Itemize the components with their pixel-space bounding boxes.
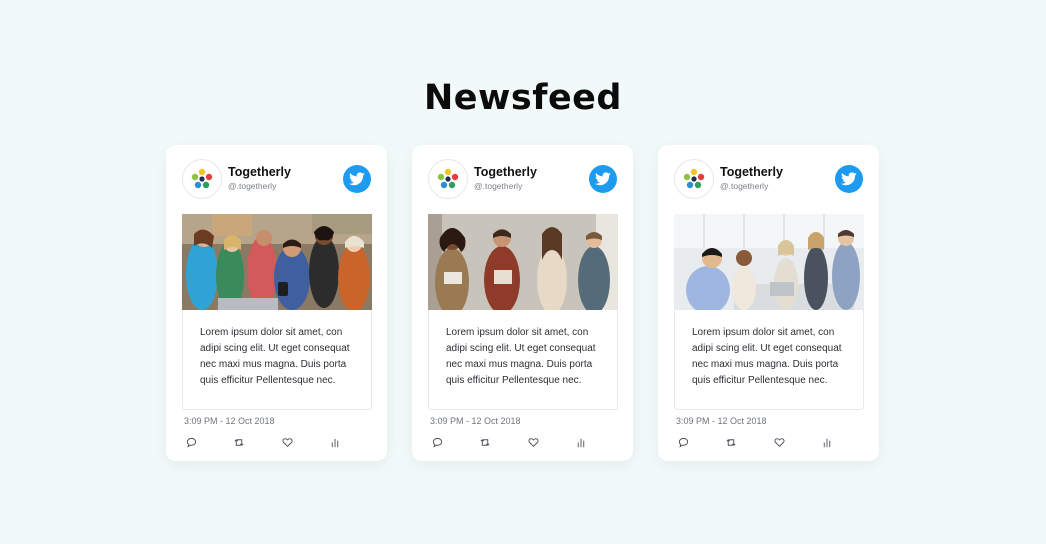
post-image[interactable] — [182, 214, 372, 310]
account-handle[interactable]: @.togetherly — [720, 181, 768, 191]
tweet-header: Togetherly @.togetherly — [182, 159, 371, 199]
tweet-actions — [674, 435, 864, 449]
reply-icon[interactable] — [676, 435, 690, 449]
retweet-icon[interactable] — [232, 435, 246, 449]
twitter-button[interactable] — [589, 165, 617, 193]
heart-icon[interactable] — [526, 435, 540, 449]
tweet-card: Togetherly @.togetherly Lorem ipsum dolo… — [166, 145, 387, 461]
tweet-timestamp[interactable]: 3:09 PM - 12 Oct 2018 — [184, 416, 275, 426]
tweet-header: Togetherly @.togetherly — [428, 159, 617, 199]
heart-icon[interactable] — [280, 435, 294, 449]
tweet-card: Togetherly @.togetherly Lorem ipsum dolo… — [658, 145, 879, 461]
avatar[interactable] — [182, 159, 222, 199]
avatar[interactable] — [428, 159, 468, 199]
twitter-bird-icon — [595, 172, 611, 186]
post-image[interactable] — [428, 214, 618, 310]
post-text: Lorem ipsum dolor sit amet, con adipi sc… — [674, 310, 864, 410]
tweet-header: Togetherly @.togetherly — [674, 159, 863, 199]
twitter-bird-icon — [349, 172, 365, 186]
stats-icon[interactable] — [574, 435, 588, 449]
heart-icon[interactable] — [772, 435, 786, 449]
tweet-timestamp[interactable]: 3:09 PM - 12 Oct 2018 — [430, 416, 521, 426]
togetherly-logo-icon — [683, 168, 705, 189]
post-text: Lorem ipsum dolor sit amet, con adipi sc… — [182, 310, 372, 410]
stats-icon[interactable] — [328, 435, 342, 449]
tweet-timestamp[interactable]: 3:09 PM - 12 Oct 2018 — [676, 416, 767, 426]
tweet-card: Togetherly @.togetherly Lorem ipsum dolo… — [412, 145, 633, 461]
colleagues-photo — [428, 214, 618, 310]
retweet-icon[interactable] — [724, 435, 738, 449]
page-title: Newsfeed — [424, 78, 622, 118]
togetherly-logo-icon — [437, 168, 459, 189]
account-name[interactable]: Togetherly — [474, 165, 537, 179]
twitter-button[interactable] — [343, 165, 371, 193]
tweet-actions — [182, 435, 372, 449]
post-text: Lorem ipsum dolor sit amet, con adipi sc… — [428, 310, 618, 410]
account-handle[interactable]: @.togetherly — [228, 181, 276, 191]
post-image[interactable] — [674, 214, 864, 310]
avatar[interactable] — [674, 159, 714, 199]
stats-icon[interactable] — [820, 435, 834, 449]
friends-photo — [182, 214, 372, 310]
tweet-actions — [428, 435, 618, 449]
reply-icon[interactable] — [184, 435, 198, 449]
twitter-bird-icon — [841, 172, 857, 186]
office-team-photo — [674, 214, 864, 310]
twitter-button[interactable] — [835, 165, 863, 193]
account-handle[interactable]: @.togetherly — [474, 181, 522, 191]
togetherly-logo-icon — [191, 168, 213, 189]
account-name[interactable]: Togetherly — [720, 165, 783, 179]
retweet-icon[interactable] — [478, 435, 492, 449]
reply-icon[interactable] — [430, 435, 444, 449]
account-name[interactable]: Togetherly — [228, 165, 291, 179]
